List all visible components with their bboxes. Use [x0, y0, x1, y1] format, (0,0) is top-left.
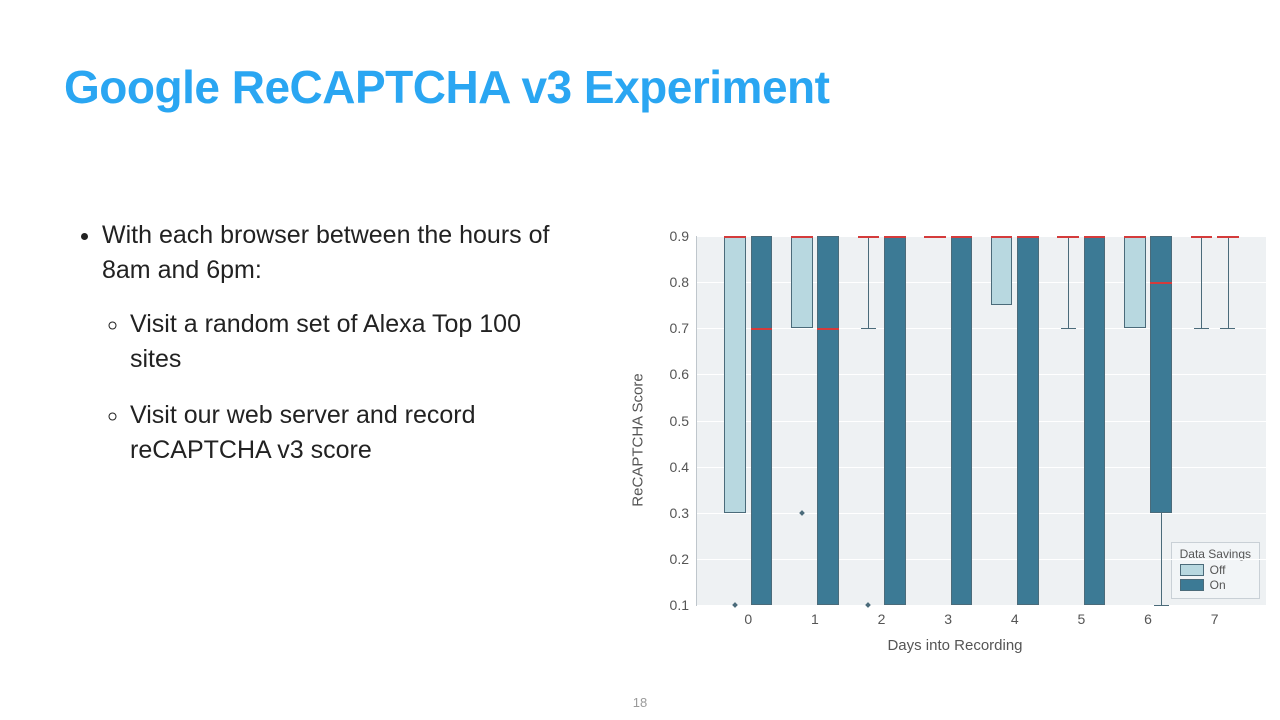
x-tick: 7 [1211, 605, 1219, 627]
legend-row-off: Off [1180, 563, 1251, 577]
legend-label-on: On [1210, 578, 1226, 592]
outlier [732, 602, 738, 608]
y-tick: 0.6 [670, 366, 697, 382]
bullet-1-text: With each browser between the hours of 8… [102, 221, 549, 284]
box-on [817, 236, 839, 605]
x-tick: 3 [944, 605, 952, 627]
whisker [1161, 513, 1162, 605]
median-line [1084, 236, 1106, 238]
slide-title: Google ReCAPTCHA v3 Experiment [64, 60, 829, 114]
y-tick: 0.7 [670, 320, 697, 336]
bullet-list: With each browser between the hours of 8… [80, 218, 550, 489]
box-on [1150, 236, 1172, 513]
grid-line [697, 421, 1266, 422]
box-on [884, 236, 906, 605]
median-line [858, 236, 880, 238]
median-line [951, 236, 973, 238]
bullet-1a: Visit a random set of Alexa Top 100 site… [130, 307, 550, 376]
plot-area: Data Savings Off On 0.10.20.30.40.50.60.… [696, 236, 1266, 606]
whisker-cap [1194, 328, 1209, 329]
whisker-cap [1220, 328, 1235, 329]
whisker-cap [861, 328, 876, 329]
whisker-cap [1061, 328, 1076, 329]
y-tick: 0.5 [670, 413, 697, 429]
y-tick: 0.8 [670, 274, 697, 290]
y-tick: 0.9 [670, 228, 697, 244]
box-off [991, 236, 1013, 305]
y-axis-label: ReCAPTCHA Score [630, 373, 647, 506]
median-line [991, 236, 1013, 238]
x-tick: 6 [1144, 605, 1152, 627]
legend: Data Savings Off On [1171, 542, 1260, 599]
x-axis-label: Days into Recording [887, 637, 1022, 654]
whisker [1068, 236, 1069, 328]
box-off [724, 236, 746, 513]
box-on [751, 236, 773, 605]
grid-line [697, 467, 1266, 468]
whisker [1201, 236, 1202, 328]
median-line [791, 236, 813, 238]
median-line [724, 236, 746, 238]
legend-swatch-off [1180, 564, 1204, 576]
y-tick: 0.3 [670, 505, 697, 521]
bullet-1: With each browser between the hours of 8… [102, 218, 550, 467]
box-off [791, 236, 813, 328]
grid-line [697, 513, 1266, 514]
median-line [1057, 236, 1079, 238]
page-number: 18 [633, 695, 647, 710]
y-tick: 0.2 [670, 551, 697, 567]
box-on [951, 236, 973, 605]
box-on [1017, 236, 1039, 605]
median-line [1191, 236, 1213, 238]
whisker-cap [1154, 605, 1169, 606]
bullet-1b: Visit our web server and record reCAPTCH… [130, 398, 550, 467]
grid-line [697, 236, 1266, 237]
legend-swatch-on [1180, 579, 1204, 591]
grid-line [697, 559, 1266, 560]
grid-line [697, 605, 1266, 606]
median-line [1217, 236, 1239, 238]
median-line [817, 328, 839, 330]
outlier [799, 510, 805, 516]
slide: Google ReCAPTCHA v3 Experiment With each… [0, 0, 1280, 720]
median-line [1124, 236, 1146, 238]
x-tick: 2 [878, 605, 886, 627]
outlier [866, 602, 872, 608]
grid-line [697, 282, 1266, 283]
legend-label-off: Off [1210, 563, 1226, 577]
grid-line [697, 374, 1266, 375]
median-line [884, 236, 906, 238]
median-line [1017, 236, 1039, 238]
box-on [1084, 236, 1106, 605]
legend-row-on: On [1180, 578, 1251, 592]
y-tick: 0.4 [670, 459, 697, 475]
x-tick: 1 [811, 605, 819, 627]
chart: ReCAPTCHA Score Days into Recording Data… [640, 230, 1270, 650]
whisker [868, 236, 869, 328]
x-tick: 5 [1078, 605, 1086, 627]
y-tick: 0.1 [670, 597, 697, 613]
grid-line [697, 328, 1266, 329]
median-line [1150, 282, 1172, 284]
x-tick: 4 [1011, 605, 1019, 627]
median-line [924, 236, 946, 238]
box-off [1124, 236, 1146, 328]
whisker [1228, 236, 1229, 328]
median-line [751, 328, 773, 330]
x-tick: 0 [744, 605, 752, 627]
